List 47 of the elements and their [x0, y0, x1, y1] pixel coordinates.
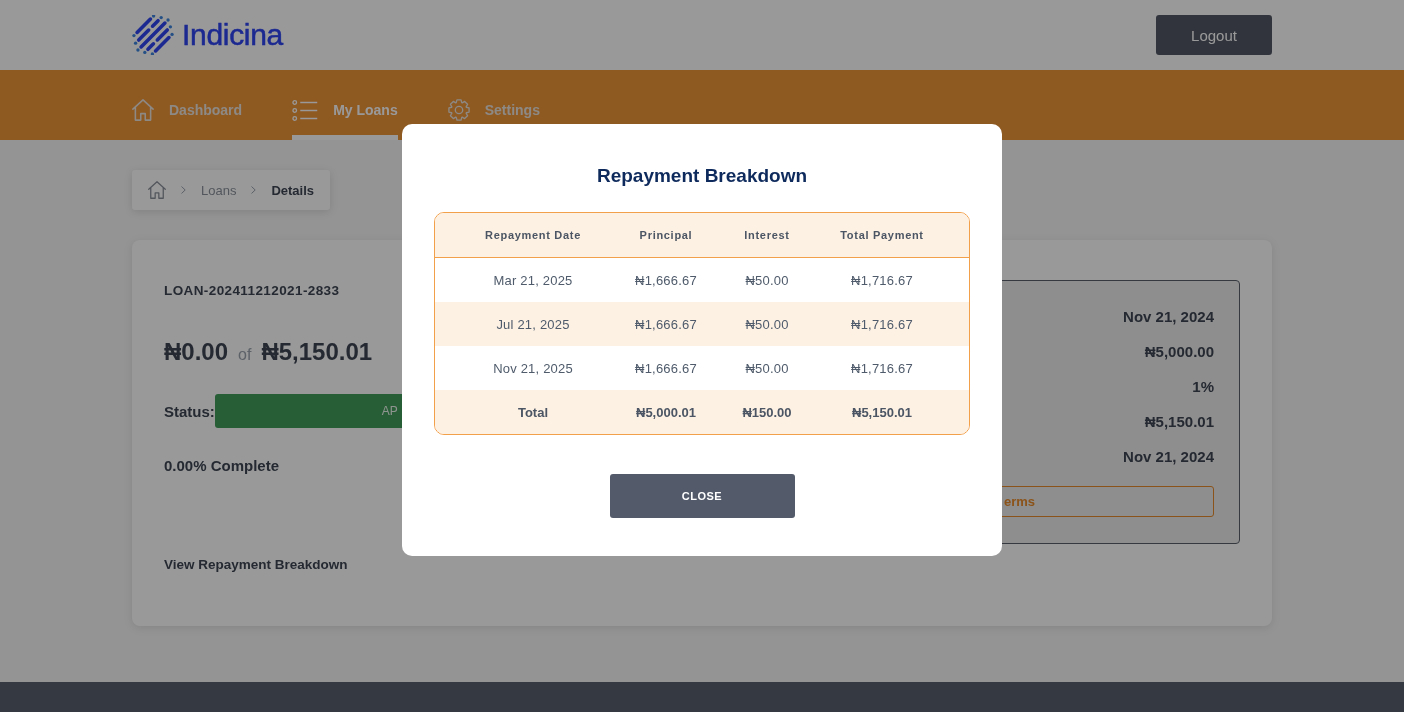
- status-label: Status:: [164, 402, 215, 420]
- table-cell-text: ₦1,716.67: [850, 272, 914, 288]
- table-cell-text: Jul 21, 2025: [495, 316, 571, 332]
- total-cell-text: Total: [516, 404, 550, 420]
- nav-tab[interactable]: Settings: [447, 70, 540, 140]
- logout-button[interactable]: Logout: [1156, 15, 1272, 55]
- logo-text: Indicina: [182, 18, 283, 52]
- chevron-icon: [181, 186, 186, 194]
- column-header: Total Payment: [839, 229, 925, 241]
- of-label: of: [238, 346, 252, 364]
- column-header: Repayment Date: [484, 229, 582, 241]
- table-cell-text: ₦50.00: [744, 316, 790, 332]
- home-icon[interactable]: [148, 181, 166, 199]
- logo-icon: [132, 15, 174, 55]
- breadcrumb-current: Details: [271, 182, 315, 198]
- close-button[interactable]: CLOSE: [609, 474, 795, 518]
- breakdown-link[interactable]: View Repayment Breakdown: [164, 554, 348, 576]
- summary-value: ₦5,000.00: [1144, 342, 1214, 362]
- table-cell-text: Mar 21, 2025: [492, 272, 574, 288]
- paid-amount: ₦0.00: [164, 338, 229, 366]
- table-cell-text: ₦1,716.67: [850, 316, 914, 332]
- list-icon: [292, 99, 319, 121]
- table-cell-text: ₦1,716.67: [850, 360, 914, 376]
- progress-text: 0.00% Complete: [164, 456, 280, 476]
- total-cell-text: ₦5,000.01: [635, 404, 697, 420]
- table-cell-text: ₦1,666.67: [634, 360, 698, 376]
- column-header: Interest: [743, 229, 791, 241]
- loan-id: LOAN-202411212021-2833: [164, 282, 340, 300]
- nav-tab[interactable]: Dashboard: [132, 70, 243, 140]
- home-icon: [132, 99, 154, 121]
- column-header: Principal: [638, 229, 694, 241]
- total-cell-text: ₦5,150.01: [851, 404, 913, 420]
- total-cell-text: ₦150.00: [741, 404, 793, 420]
- summary-value: Nov 21, 2024: [1123, 307, 1214, 327]
- total-amount: ₦5,150.01: [261, 338, 373, 366]
- summary-value: 1%: [1192, 377, 1214, 397]
- chevron-icon: [251, 186, 257, 194]
- table-cell-text: ₦50.00: [744, 360, 790, 376]
- modal-title: Repayment Breakdown: [596, 164, 808, 188]
- summary-value: ₦5,150.01: [1144, 412, 1214, 432]
- breadcrumb-link[interactable]: Loans: [201, 182, 237, 198]
- table-cell-text: ₦50.00: [744, 272, 790, 288]
- gear-icon: [447, 99, 470, 121]
- table-cell-text: Nov 21, 2025: [492, 360, 574, 376]
- table-cell-text: ₦1,666.67: [634, 272, 698, 288]
- summary-value: Nov 21, 2024: [1123, 447, 1214, 467]
- table-cell-text: ₦1,666.67: [634, 316, 698, 332]
